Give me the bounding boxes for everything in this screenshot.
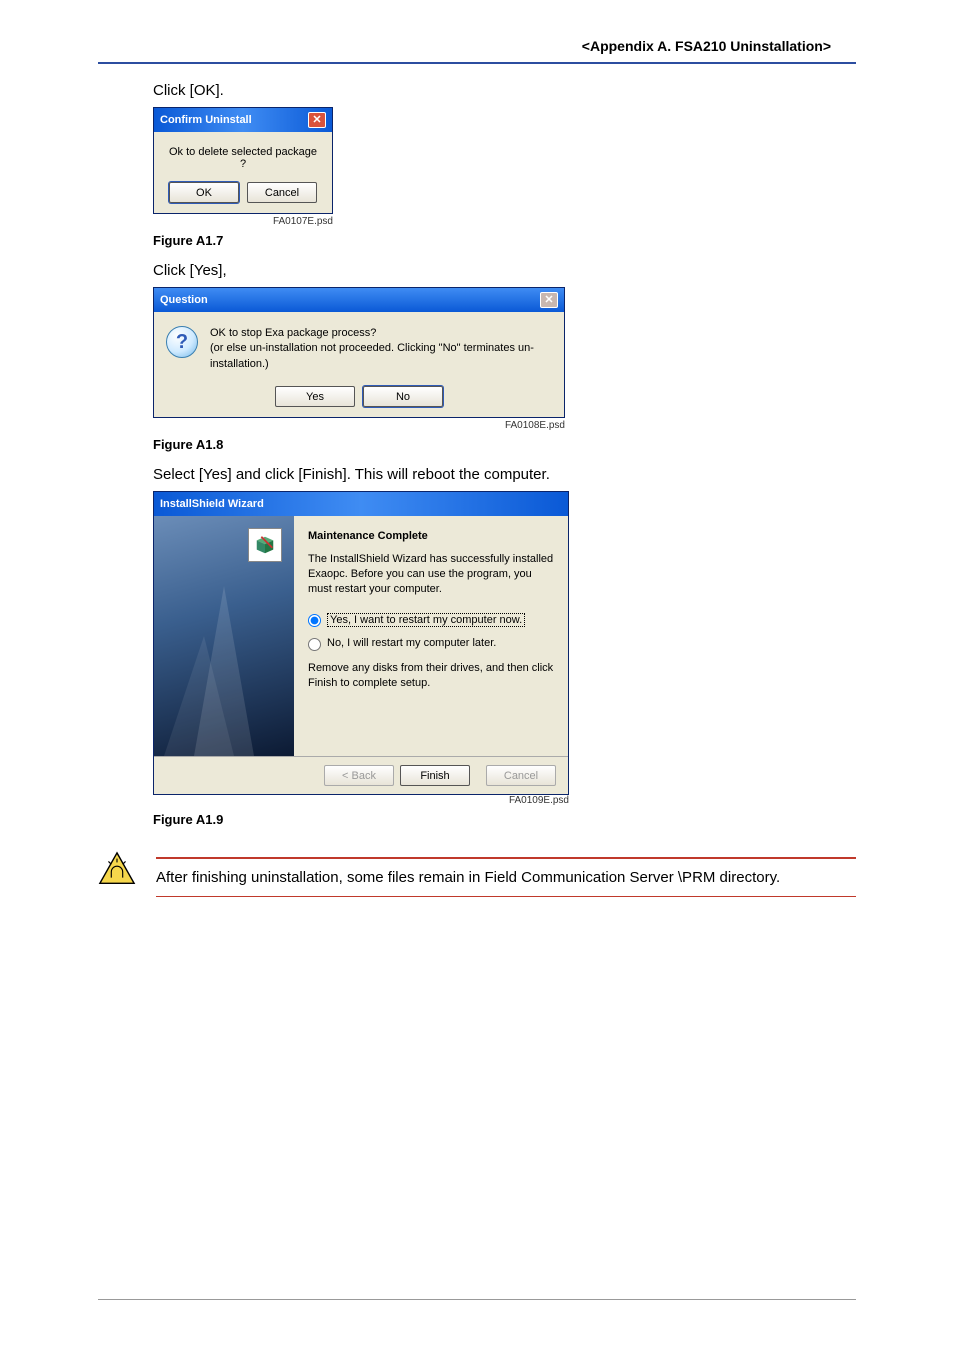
wizard-main: Maintenance Complete The InstallShield W… — [154, 516, 568, 756]
no-button[interactable]: No — [363, 386, 443, 407]
dialog-titlebar: Confirm Uninstall ✕ — [154, 108, 332, 132]
psd-label-2: FA0108E.psd — [153, 420, 565, 431]
ok-button[interactable]: OK — [169, 182, 239, 203]
caution-icon — [98, 851, 136, 885]
wizard-title: InstallShield Wizard — [160, 498, 264, 510]
caution-divider-top — [156, 857, 856, 859]
confirm-uninstall-dialog: Confirm Uninstall ✕ Ok to delete selecte… — [153, 107, 333, 214]
wizard-para2: Remove any disks from their drives, and … — [308, 661, 554, 691]
radio-yes-row[interactable]: Yes, I want to restart my computer now. — [308, 613, 554, 627]
page-header: <Appendix A. FSA210 Uninstallation> — [98, 38, 856, 54]
dialog-line2: (or else un-installation not proceeded. … — [210, 341, 552, 372]
wizard-titlebar: InstallShield Wizard — [154, 492, 568, 516]
step-text-1: Click [OK]. — [153, 82, 856, 99]
dialog-button-row: Yes No — [166, 386, 552, 407]
cancel-button[interactable]: Cancel — [247, 182, 317, 203]
caution-block: After finishing uninstallation, some fil… — [98, 851, 856, 897]
yes-button[interactable]: Yes — [275, 386, 355, 407]
dialog-title: Confirm Uninstall — [160, 114, 252, 126]
dialog-message: OK to stop Exa package process? (or else… — [210, 326, 552, 372]
dialog-titlebar: Question ✕ — [154, 288, 564, 312]
wizard-content: Maintenance Complete The InstallShield W… — [294, 516, 568, 756]
figure-caption-3: Figure A1.9 — [153, 812, 856, 827]
dialog-message: Ok to delete selected package ? — [166, 146, 320, 170]
cancel-button: Cancel — [486, 765, 556, 786]
dialog-title: Question — [160, 294, 208, 306]
wizard-heading: Maintenance Complete — [308, 530, 554, 542]
radio-yes-label: Yes, I want to restart my computer now. — [327, 613, 525, 627]
question-dialog: Question ✕ ? OK to stop Exa package proc… — [153, 287, 565, 418]
step-text-2: Click [Yes], — [153, 262, 856, 279]
radio-no-label: No, I will restart my computer later. — [327, 637, 496, 649]
page-footer-divider — [98, 1299, 856, 1300]
close-icon[interactable]: ✕ — [308, 112, 326, 128]
psd-label-3: FA0109E.psd — [153, 795, 569, 806]
caution-divider-bottom — [156, 896, 856, 897]
back-button: < Back — [324, 765, 394, 786]
dialog-body: Ok to delete selected package ? OK Cance… — [154, 132, 332, 213]
installshield-wizard: InstallShield Wizard Maintenance Complet… — [153, 491, 569, 795]
radio-no[interactable] — [308, 638, 321, 651]
wizard-sidebar-image — [154, 516, 294, 756]
figure-caption-1: Figure A1.7 — [153, 233, 856, 248]
question-icon: ? — [166, 326, 198, 358]
dialog-line1: OK to stop Exa package process? — [210, 326, 552, 341]
wizard-footer: < Back Finish Cancel — [154, 756, 568, 794]
radio-yes[interactable] — [308, 614, 321, 627]
close-icon[interactable]: ✕ — [540, 292, 558, 308]
header-divider — [98, 62, 856, 64]
figure-caption-2: Figure A1.8 — [153, 437, 856, 452]
radio-no-row[interactable]: No, I will restart my computer later. — [308, 637, 554, 651]
finish-button[interactable]: Finish — [400, 765, 470, 786]
dialog-button-row: OK Cancel — [166, 182, 320, 203]
psd-label-1: FA0107E.psd — [153, 216, 333, 227]
wizard-para1: The InstallShield Wizard has successfull… — [308, 552, 554, 597]
caution-body: After finishing uninstallation, some fil… — [156, 851, 856, 897]
dialog-body: ? OK to stop Exa package process? (or el… — [154, 312, 564, 417]
step-text-3: Select [Yes] and click [Finish]. This wi… — [153, 466, 856, 483]
caution-text: After finishing uninstallation, some fil… — [156, 869, 856, 886]
